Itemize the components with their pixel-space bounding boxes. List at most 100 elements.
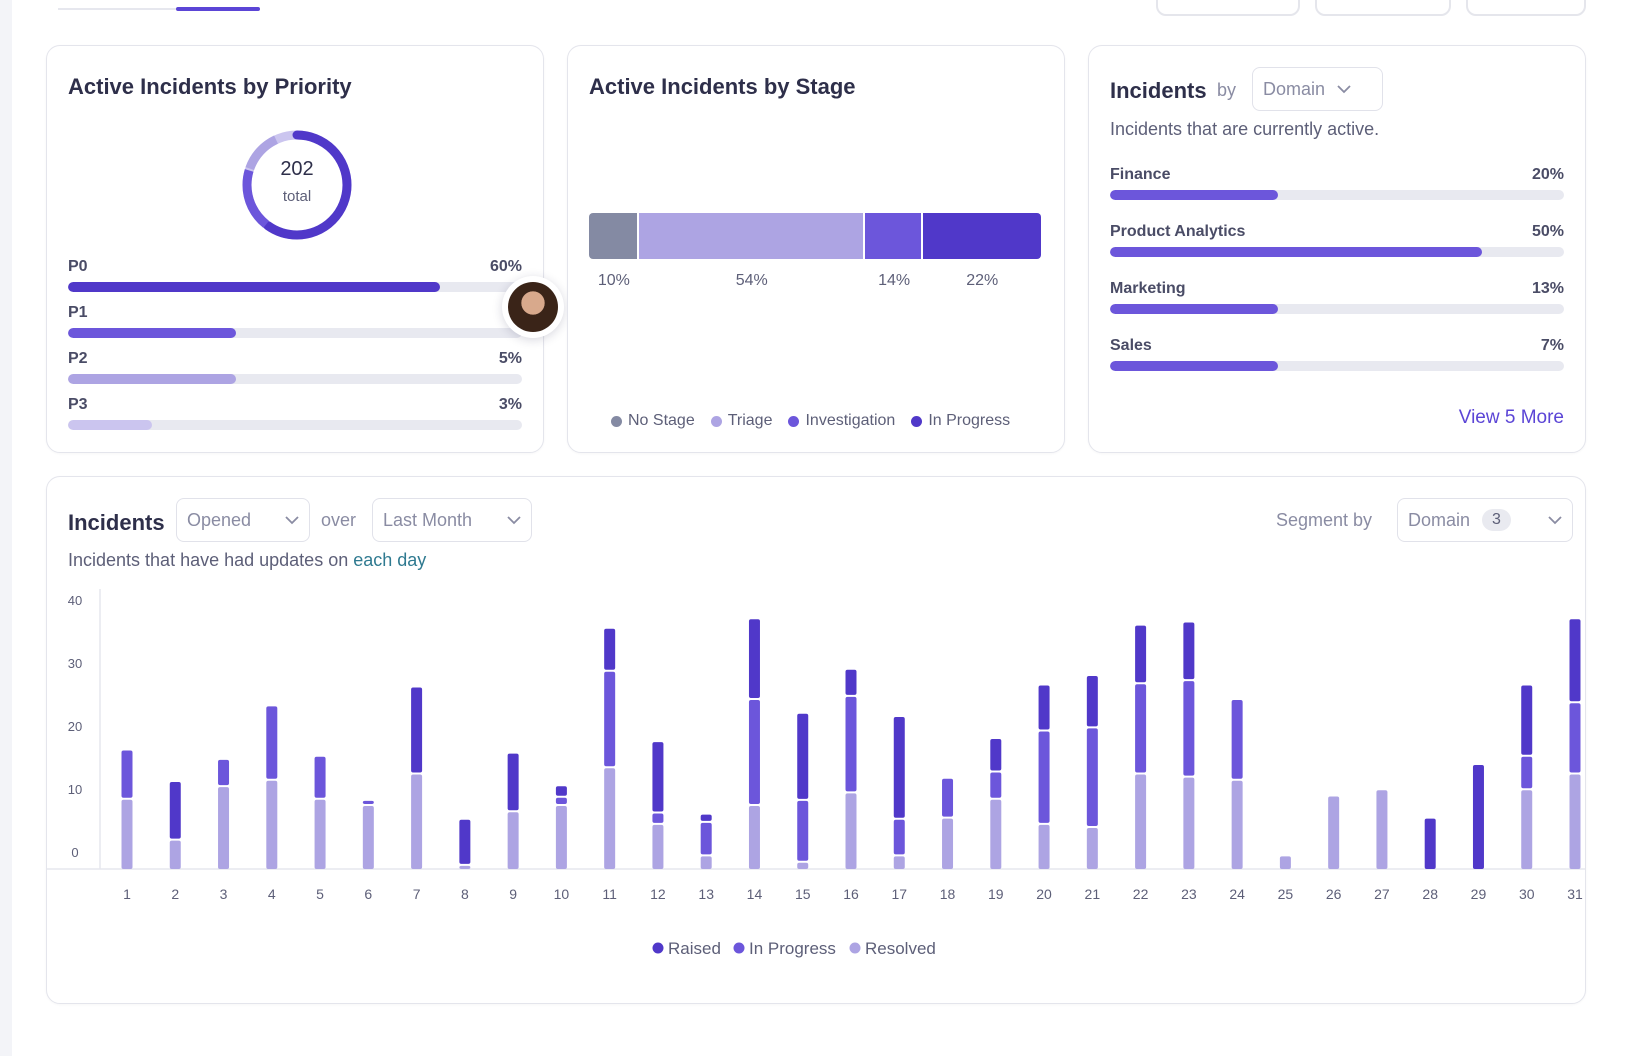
bar-segment-raised[interactable] bbox=[459, 819, 471, 864]
bar-segment-in-progress[interactable] bbox=[1135, 684, 1147, 773]
bar-segment-in-progress[interactable] bbox=[1183, 681, 1195, 776]
bar-segment-in-progress[interactable] bbox=[604, 671, 616, 767]
bar-segment-resolved[interactable] bbox=[797, 862, 809, 869]
domain-select[interactable]: Domain bbox=[1252, 67, 1383, 111]
active-tab-indicator[interactable] bbox=[176, 7, 260, 11]
bar-segment-raised[interactable] bbox=[700, 814, 712, 821]
domain-row[interactable]: Marketing 13% bbox=[1110, 280, 1564, 320]
x-tick-label: 25 bbox=[1278, 886, 1294, 902]
bar-segment-resolved[interactable] bbox=[893, 856, 905, 869]
bar-segment-resolved[interactable] bbox=[652, 824, 664, 869]
domain-percent: 13% bbox=[1531, 280, 1564, 297]
bar-segment-raised[interactable] bbox=[1135, 625, 1147, 683]
bar-segment-resolved[interactable] bbox=[555, 806, 567, 869]
x-tick-label: 10 bbox=[554, 886, 570, 902]
bar-segment-resolved[interactable] bbox=[748, 806, 760, 869]
user-avatar[interactable] bbox=[502, 276, 564, 338]
bar-segment-resolved[interactable] bbox=[314, 799, 326, 869]
bar-segment-raised[interactable] bbox=[1521, 685, 1533, 755]
range-select[interactable]: Last Month bbox=[372, 498, 532, 542]
bar-segment-raised[interactable] bbox=[555, 786, 567, 796]
bar-segment-in-progress[interactable] bbox=[314, 756, 326, 798]
legend-item: No Stage bbox=[611, 412, 695, 430]
bar-segment-in-progress[interactable] bbox=[1521, 756, 1533, 789]
bar-segment-in-progress[interactable] bbox=[266, 706, 278, 779]
bar-segment-resolved[interactable] bbox=[1183, 777, 1195, 869]
bar-segment-resolved[interactable] bbox=[1328, 796, 1340, 869]
bar-segment-raised[interactable] bbox=[845, 669, 857, 695]
bar-segment-in-progress[interactable] bbox=[1038, 731, 1050, 823]
bar-segment-raised[interactable] bbox=[1569, 619, 1581, 702]
bar-segment-in-progress[interactable] bbox=[1086, 728, 1098, 827]
bar-segment-raised[interactable] bbox=[604, 628, 616, 670]
toolbar-button-1[interactable] bbox=[1156, 0, 1300, 16]
stage-segment[interactable] bbox=[864, 213, 924, 259]
bar-segment-in-progress[interactable] bbox=[362, 800, 374, 804]
bar-segment-resolved[interactable] bbox=[1038, 824, 1050, 869]
priority-percent: 60% bbox=[489, 258, 522, 275]
bar-segment-resolved[interactable] bbox=[604, 768, 616, 869]
bar-segment-raised[interactable] bbox=[1086, 676, 1098, 727]
bar-segment-resolved[interactable] bbox=[218, 787, 230, 869]
bar-segment-in-progress[interactable] bbox=[700, 822, 712, 855]
bar-segment-in-progress[interactable] bbox=[942, 778, 954, 817]
bar-segment-raised[interactable] bbox=[797, 713, 809, 799]
bar-segment-resolved[interactable] bbox=[169, 840, 181, 869]
bar-segment-resolved[interactable] bbox=[266, 780, 278, 869]
bar-segment-in-progress[interactable] bbox=[845, 696, 857, 792]
stage-segment[interactable] bbox=[589, 213, 639, 259]
bar-segment-resolved[interactable] bbox=[700, 856, 712, 869]
segment-select[interactable]: Domain 3 bbox=[1397, 498, 1573, 542]
incidents-chart-card: Incidents Opened over Last Month Segment… bbox=[46, 476, 1586, 1004]
bar-segment-resolved[interactable] bbox=[1086, 828, 1098, 869]
metric-select[interactable]: Opened bbox=[176, 498, 310, 542]
toolbar-button-2[interactable] bbox=[1315, 0, 1451, 16]
stage-segment[interactable] bbox=[638, 213, 865, 259]
bar-segment-raised[interactable] bbox=[1183, 622, 1195, 680]
bar-segment-raised[interactable] bbox=[990, 739, 1002, 771]
toolbar-button-3[interactable] bbox=[1466, 0, 1586, 16]
bar-segment-resolved[interactable] bbox=[845, 793, 857, 869]
bar-segment-resolved[interactable] bbox=[990, 799, 1002, 869]
bar-segment-resolved[interactable] bbox=[1279, 856, 1291, 869]
bar-segment-in-progress[interactable] bbox=[121, 750, 133, 798]
bar-segment-resolved[interactable] bbox=[1569, 774, 1581, 870]
bar-segment-in-progress[interactable] bbox=[990, 772, 1002, 798]
domain-row[interactable]: Finance 20% bbox=[1110, 166, 1564, 206]
bar-segment-resolved[interactable] bbox=[1521, 790, 1533, 869]
bar-segment-raised[interactable] bbox=[507, 753, 519, 811]
bar-segment-resolved[interactable] bbox=[121, 799, 133, 869]
bar-segment-resolved[interactable] bbox=[507, 812, 519, 869]
stacked-bar-chart: 0102030401 2 3 4 5 6 7 8 9 10 11 12 13 14 15 16 17 18 19 20… bbox=[47, 589, 1585, 958]
bar-segment-in-progress[interactable] bbox=[797, 800, 809, 861]
bar-segment-resolved[interactable] bbox=[1135, 774, 1147, 870]
bar-segment-resolved[interactable] bbox=[1376, 790, 1388, 869]
bar-segment-raised[interactable] bbox=[652, 742, 664, 812]
bar-segment-resolved[interactable] bbox=[942, 818, 954, 869]
bar-segment-in-progress[interactable] bbox=[893, 819, 905, 855]
bar-segment-in-progress[interactable] bbox=[652, 813, 664, 823]
bar-segment-resolved[interactable] bbox=[411, 774, 423, 870]
domain-row[interactable]: Product Analytics 50% bbox=[1110, 223, 1564, 263]
bar-segment-raised[interactable] bbox=[411, 687, 423, 773]
bar-segment-in-progress[interactable] bbox=[555, 797, 567, 804]
bar-segment-raised[interactable] bbox=[748, 619, 760, 699]
each-day-link[interactable]: each day bbox=[353, 550, 426, 570]
chart-legend-label: Resolved bbox=[865, 939, 936, 958]
domain-name: Product Analytics bbox=[1110, 223, 1246, 240]
bar-segment-resolved[interactable] bbox=[459, 865, 471, 869]
bar-segment-resolved[interactable] bbox=[1231, 780, 1243, 869]
bar-segment-resolved[interactable] bbox=[362, 806, 374, 869]
bar-segment-raised[interactable] bbox=[893, 716, 905, 818]
stage-segment[interactable] bbox=[923, 213, 1041, 259]
bar-segment-raised[interactable] bbox=[169, 781, 181, 839]
bar-segment-raised[interactable] bbox=[1424, 818, 1436, 869]
bar-segment-in-progress[interactable] bbox=[218, 759, 230, 786]
domain-row[interactable]: Sales 7% bbox=[1110, 337, 1564, 377]
bar-segment-in-progress[interactable] bbox=[1231, 700, 1243, 779]
bar-segment-in-progress[interactable] bbox=[748, 700, 760, 804]
bar-segment-raised[interactable] bbox=[1472, 765, 1484, 869]
view-more-link[interactable]: View 5 More bbox=[1459, 407, 1564, 429]
bar-segment-raised[interactable] bbox=[1038, 685, 1050, 730]
bar-segment-in-progress[interactable] bbox=[1569, 703, 1581, 773]
